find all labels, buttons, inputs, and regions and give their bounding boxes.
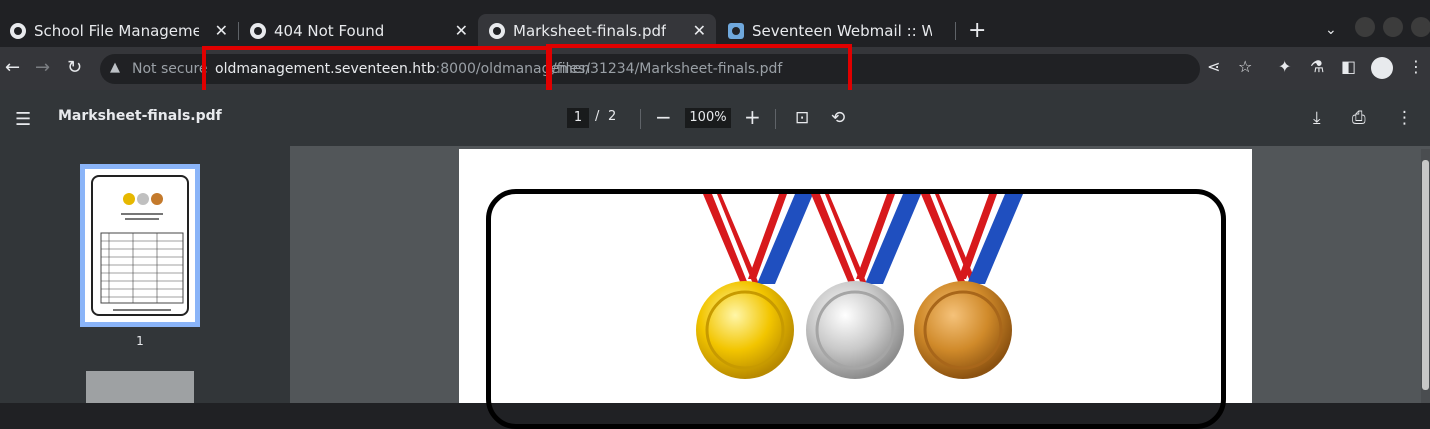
chevron-down-icon[interactable]: ⌄: [1325, 22, 1337, 38]
webmail-icon: [728, 22, 744, 39]
page-total: 2: [608, 109, 617, 124]
download-icon[interactable]: ⤓: [1313, 108, 1321, 128]
zoom-out-icon[interactable]: −: [655, 105, 672, 129]
hamburger-menu-icon[interactable]: ☰: [15, 109, 31, 130]
globe-icon: [489, 22, 505, 39]
tab-title: Seventeen Webmail :: Wel: [752, 21, 932, 40]
maximize-button[interactable]: [1383, 17, 1403, 37]
page-number-input[interactable]: 1: [567, 108, 589, 128]
rotate-icon[interactable]: ⟲: [831, 108, 845, 128]
pdf-viewer: [290, 146, 1430, 429]
zoom-input[interactable]: 100%: [685, 108, 731, 128]
toolbar-divider: [640, 109, 641, 129]
tab-title: School File Management S: [34, 21, 199, 40]
gold-medal: [696, 194, 813, 379]
more-menu-icon[interactable]: ⋮: [1408, 59, 1424, 75]
fit-to-page-icon[interactable]: ⊡: [795, 108, 809, 128]
pdf-toolbar: ☰ Marksheet-finals.pdf 1 / 2 − 100% + ⊡ …: [0, 90, 1430, 146]
tab-strip: School File Management S ✕ 404 Not Found…: [0, 0, 1430, 47]
pdf-more-icon[interactable]: ⋮: [1396, 108, 1413, 128]
close-icon[interactable]: ✕: [693, 21, 706, 40]
close-icon[interactable]: ✕: [215, 21, 228, 40]
tab-title: 404 Not Found: [274, 21, 385, 40]
side-panel-icon[interactable]: ◧: [1341, 59, 1356, 75]
reload-icon[interactable]: ↻: [67, 59, 82, 77]
close-icon[interactable]: ✕: [455, 21, 468, 40]
pdf-page: [459, 149, 1252, 429]
page-separator: /: [595, 109, 600, 124]
thumbnail-page-label: 1: [136, 334, 144, 348]
close-window-button[interactable]: [1411, 17, 1430, 37]
page-thumbnail-2[interactable]: [86, 371, 194, 403]
forward-arrow-icon[interactable]: →: [35, 59, 50, 77]
page-thumbnail-1[interactable]: [80, 164, 200, 327]
silver-medal: [806, 194, 921, 379]
medals-illustration: [696, 194, 1023, 379]
tab-title: Marksheet-finals.pdf: [513, 21, 667, 40]
extensions-icon[interactable]: ✦: [1278, 59, 1291, 75]
tab-marksheet-finals[interactable]: Marksheet-finals.pdf ✕: [478, 14, 716, 47]
profile-avatar[interactable]: [1371, 57, 1393, 79]
scrollbar-thumb[interactable]: [1422, 160, 1429, 390]
tab-school-file-management[interactable]: School File Management S ✕: [0, 14, 238, 47]
tab-divider: [238, 22, 239, 40]
toolbar-divider: [775, 109, 776, 129]
back-arrow-icon[interactable]: ←: [5, 59, 20, 77]
share-icon[interactable]: ⋖: [1207, 59, 1220, 75]
globe-icon: [250, 22, 266, 39]
warning-icon: ▲: [110, 60, 120, 75]
zoom-in-icon[interactable]: +: [744, 105, 761, 129]
thumbnail-sidebar: 1: [0, 146, 290, 403]
globe-icon: [10, 22, 26, 39]
tab-seventeen-webmail[interactable]: Seventeen Webmail :: Wel: [718, 14, 956, 47]
thumbnail-frame: [91, 175, 189, 316]
print-icon[interactable]: ⎙: [1352, 108, 1366, 128]
new-tab-button[interactable]: +: [968, 20, 986, 42]
lab-flask-icon[interactable]: ⚗: [1310, 59, 1324, 75]
security-chip[interactable]: Not secure: [132, 61, 208, 77]
tab-divider: [955, 22, 956, 40]
pdf-title: Marksheet-finals.pdf: [58, 108, 222, 124]
thumbnail-preview: [100, 193, 184, 311]
bookmark-star-icon[interactable]: ☆: [1238, 59, 1252, 75]
minimize-button[interactable]: [1355, 17, 1375, 37]
bronze-medal: [914, 194, 1023, 379]
tab-404-not-found[interactable]: 404 Not Found ✕: [240, 14, 478, 47]
